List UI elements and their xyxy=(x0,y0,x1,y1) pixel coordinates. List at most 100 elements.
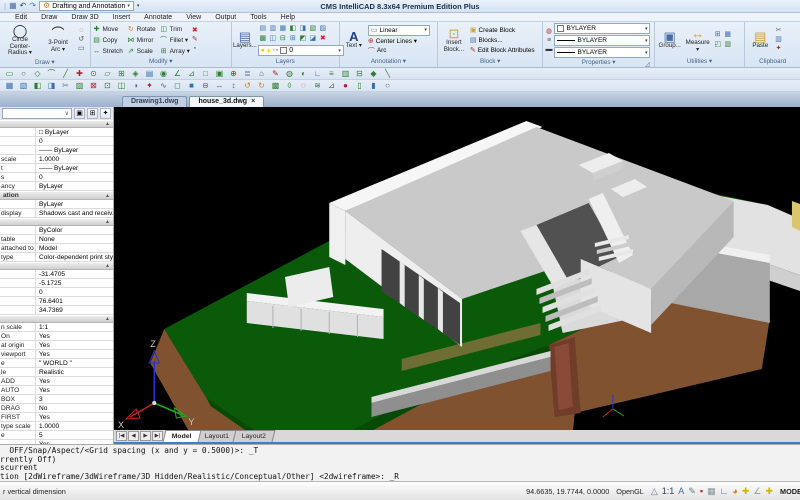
cad-tool-icon[interactable]: ⊡ xyxy=(102,81,113,91)
cad-tool-icon[interactable]: ∠ xyxy=(172,69,183,79)
menu-item[interactable]: Insert xyxy=(106,14,138,21)
group-button[interactable]: ▣ Group... xyxy=(657,23,683,57)
cad-tool-icon[interactable]: ▧ xyxy=(18,81,29,91)
layer-tool-icon[interactable]: ◨ xyxy=(298,24,308,34)
circle-button[interactable]: ◯ Circle Center-Radius ▾ xyxy=(2,23,38,58)
menu-item[interactable]: Draw 3D xyxy=(64,14,105,21)
property-row[interactable]: e 5 xyxy=(0,431,113,440)
cad-tool-icon[interactable]: ⊟ xyxy=(354,69,365,79)
property-row[interactable]: BOX 3 xyxy=(0,395,113,404)
layer-tool-icon[interactable]: ✖ xyxy=(318,34,328,44)
utility-tool-icon[interactable]: ⊞ xyxy=(713,30,723,40)
command-line-window[interactable]: OFF/Snap/Aspect/<Grid spacing (x and y =… xyxy=(0,444,800,481)
dimension-style-combo[interactable]: ▭ Linear ▾ xyxy=(368,25,430,36)
property-row[interactable]: 34.7369 xyxy=(0,306,113,315)
block-tool-button[interactable]: ✎ Edit Block Attributes xyxy=(470,46,535,54)
cad-tool-icon[interactable]: ▨ xyxy=(74,81,85,91)
linetype-combo[interactable]: BYLAYER ▾ xyxy=(554,35,650,46)
block-tool-button[interactable]: ▣ Create Block xyxy=(470,26,535,34)
modify-tool-button[interactable]: ⊞ Array ▾ xyxy=(160,46,190,57)
property-row[interactable]: FIRST Yes xyxy=(0,413,113,422)
property-row[interactable]: 76.6401 xyxy=(0,297,113,306)
cad-tool-icon[interactable]: ∟ xyxy=(312,69,323,79)
section-header-plot-style[interactable]: ▲ xyxy=(0,218,113,226)
ortho-icon[interactable]: ∟ xyxy=(720,486,729,496)
cad-tool-icon[interactable]: ↻ xyxy=(256,81,267,91)
layer-tool-icon[interactable]: ▨ xyxy=(318,24,328,34)
cad-tool-icon[interactable]: ╱ xyxy=(60,69,71,79)
cad-tool-icon[interactable]: ✎ xyxy=(270,69,281,79)
cad-tool-icon[interactable]: ▤ xyxy=(144,69,155,79)
coordinates-readout[interactable]: 94.6635, 19.7744, 0.0000 xyxy=(526,487,609,496)
snap-icon[interactable]: ✚ xyxy=(742,486,750,496)
property-row[interactable]: 0 xyxy=(0,137,113,146)
layer-tool-icon[interactable]: ◩ xyxy=(298,34,308,44)
utility-tool-icon[interactable]: ▥ xyxy=(723,40,733,50)
cad-tool-icon[interactable]: ⊙ xyxy=(88,69,99,79)
close-icon[interactable]: × xyxy=(251,98,255,105)
layers-button[interactable]: ▤ Layers... xyxy=(234,23,256,57)
cad-tool-icon[interactable]: ≋ xyxy=(312,81,323,91)
tab-nav-prev[interactable]: ◀ xyxy=(128,431,139,441)
annotation-edit-icon[interactable]: ✎ xyxy=(688,486,696,496)
properties-tool-icon[interactable]: ▬ xyxy=(545,46,552,54)
grid-icon[interactable]: ▦ xyxy=(707,486,716,496)
panel-label-clipboard[interactable]: Clipboard xyxy=(747,57,798,67)
cad-tool-icon[interactable]: ≡ xyxy=(326,69,337,79)
collapse-icon[interactable]: ▲ xyxy=(105,219,110,225)
clipboard-tool-icon[interactable]: ▥ xyxy=(775,36,782,44)
cad-tool-icon[interactable]: □ xyxy=(200,69,211,79)
cad-tool-icon[interactable]: ╲ xyxy=(382,69,393,79)
layer-tool-icon[interactable]: ◫ xyxy=(268,34,278,44)
utility-tool-icon[interactable]: ◰ xyxy=(713,40,723,50)
property-row[interactable]: display Shadows cast and receiv... xyxy=(0,209,113,218)
properties-tool-icon[interactable]: ◍ xyxy=(545,28,552,36)
tab-layout2[interactable]: Layout2 xyxy=(232,430,275,442)
property-row[interactable]: DRAG No xyxy=(0,404,113,413)
collapse-icon[interactable]: ▲ xyxy=(105,193,110,199)
cad-tool-icon[interactable]: ◉ xyxy=(158,69,169,79)
clipboard-tool-icon[interactable]: ✦ xyxy=(775,45,782,53)
cad-tool-icon[interactable]: ○ xyxy=(18,69,29,79)
property-row[interactable]: viewport Yes xyxy=(0,350,113,359)
property-row[interactable]: s 0 xyxy=(0,173,113,182)
pin-icon[interactable]: ✦ xyxy=(100,108,111,119)
dialog-launcher-icon[interactable]: ◿ xyxy=(645,60,650,70)
cad-tool-icon[interactable]: ◈ xyxy=(130,69,141,79)
cad-tool-icon[interactable]: ◨ xyxy=(46,81,57,91)
cad-tool-icon[interactable]: ↔ xyxy=(214,81,225,91)
text-button[interactable]: A Text ▾ xyxy=(342,23,366,57)
tab-nav-last[interactable]: ▶| xyxy=(152,431,163,441)
cad-tool-icon[interactable]: ⊿ xyxy=(186,69,197,79)
modify-tool-button[interactable]: ▤ Copy xyxy=(93,35,123,46)
dyn-input-icon[interactable]: ▪ xyxy=(700,486,703,496)
collapse-icon[interactable]: ▲ xyxy=(105,263,110,269)
layer-tool-icon[interactable]: ▩ xyxy=(258,34,268,44)
property-row[interactable]: ancy ByLayer xyxy=(0,182,113,191)
panel-label-modify[interactable]: Modify ▾ xyxy=(93,57,229,67)
cad-tool-icon[interactable]: ◆ xyxy=(368,69,379,79)
property-row[interactable]: AUTO Yes xyxy=(0,386,113,395)
property-row[interactable]: n scale 1:1 xyxy=(0,323,113,332)
draw-tool-icon[interactable]: ▭ xyxy=(78,45,85,53)
layer-tool-icon[interactable]: ▦ xyxy=(278,24,288,34)
modify-tool-button[interactable]: ↔ Stretch xyxy=(93,46,123,57)
cad-tool-icon[interactable]: ≣ xyxy=(242,69,253,79)
cad-tool-icon[interactable]: ▮ xyxy=(368,81,379,91)
cad-tool-icon[interactable]: ▩ xyxy=(270,81,281,91)
modify-tool-button[interactable]: ◫ Trim xyxy=(160,24,190,35)
center-lines-button[interactable]: ⊕ Center Lines ▾ xyxy=(368,37,430,45)
renderer-label[interactable]: OpenGL xyxy=(616,487,644,496)
layer-state-icon[interactable]: ▫ xyxy=(273,47,275,55)
otrack-icon[interactable]: ✚ xyxy=(765,486,773,496)
collapse-icon[interactable]: ▲ xyxy=(105,121,110,127)
cad-tool-icon[interactable]: ✦ xyxy=(144,81,155,91)
cad-tool-icon[interactable]: ▦ xyxy=(4,81,15,91)
property-row[interactable]: type Color-dependent print style xyxy=(0,253,113,262)
property-row[interactable]: 0 xyxy=(0,288,113,297)
property-row[interactable]: e " WORLD " xyxy=(0,359,113,368)
property-row[interactable]: On Yes xyxy=(0,332,113,341)
menu-item[interactable]: Draw xyxy=(34,14,64,21)
layer-tool-icon[interactable]: ◪ xyxy=(308,34,318,44)
cad-tool-icon[interactable]: ⊿ xyxy=(326,81,337,91)
